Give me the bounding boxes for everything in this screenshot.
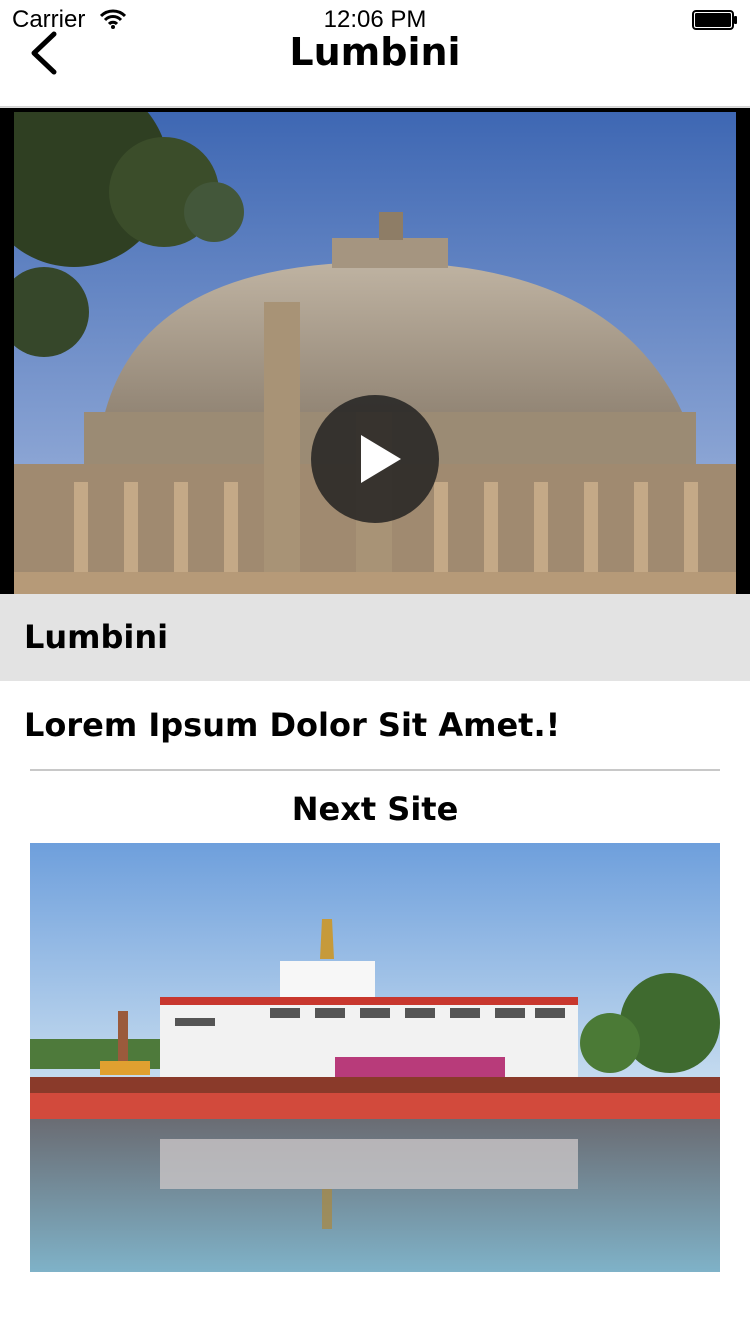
site-description: Lorem Ipsum Dolor Sit Amet.! <box>24 706 561 744</box>
site-caption-bar: Lumbini <box>0 594 750 681</box>
video-player[interactable] <box>0 108 750 594</box>
page-title: Lumbini <box>289 30 461 74</box>
next-site-heading: Next Site <box>291 790 459 828</box>
next-site-image[interactable] <box>30 843 720 1272</box>
play-icon[interactable] <box>311 395 439 523</box>
section-divider <box>30 769 720 771</box>
battery-icon <box>692 10 737 30</box>
site-caption-title: Lumbini <box>24 618 169 656</box>
